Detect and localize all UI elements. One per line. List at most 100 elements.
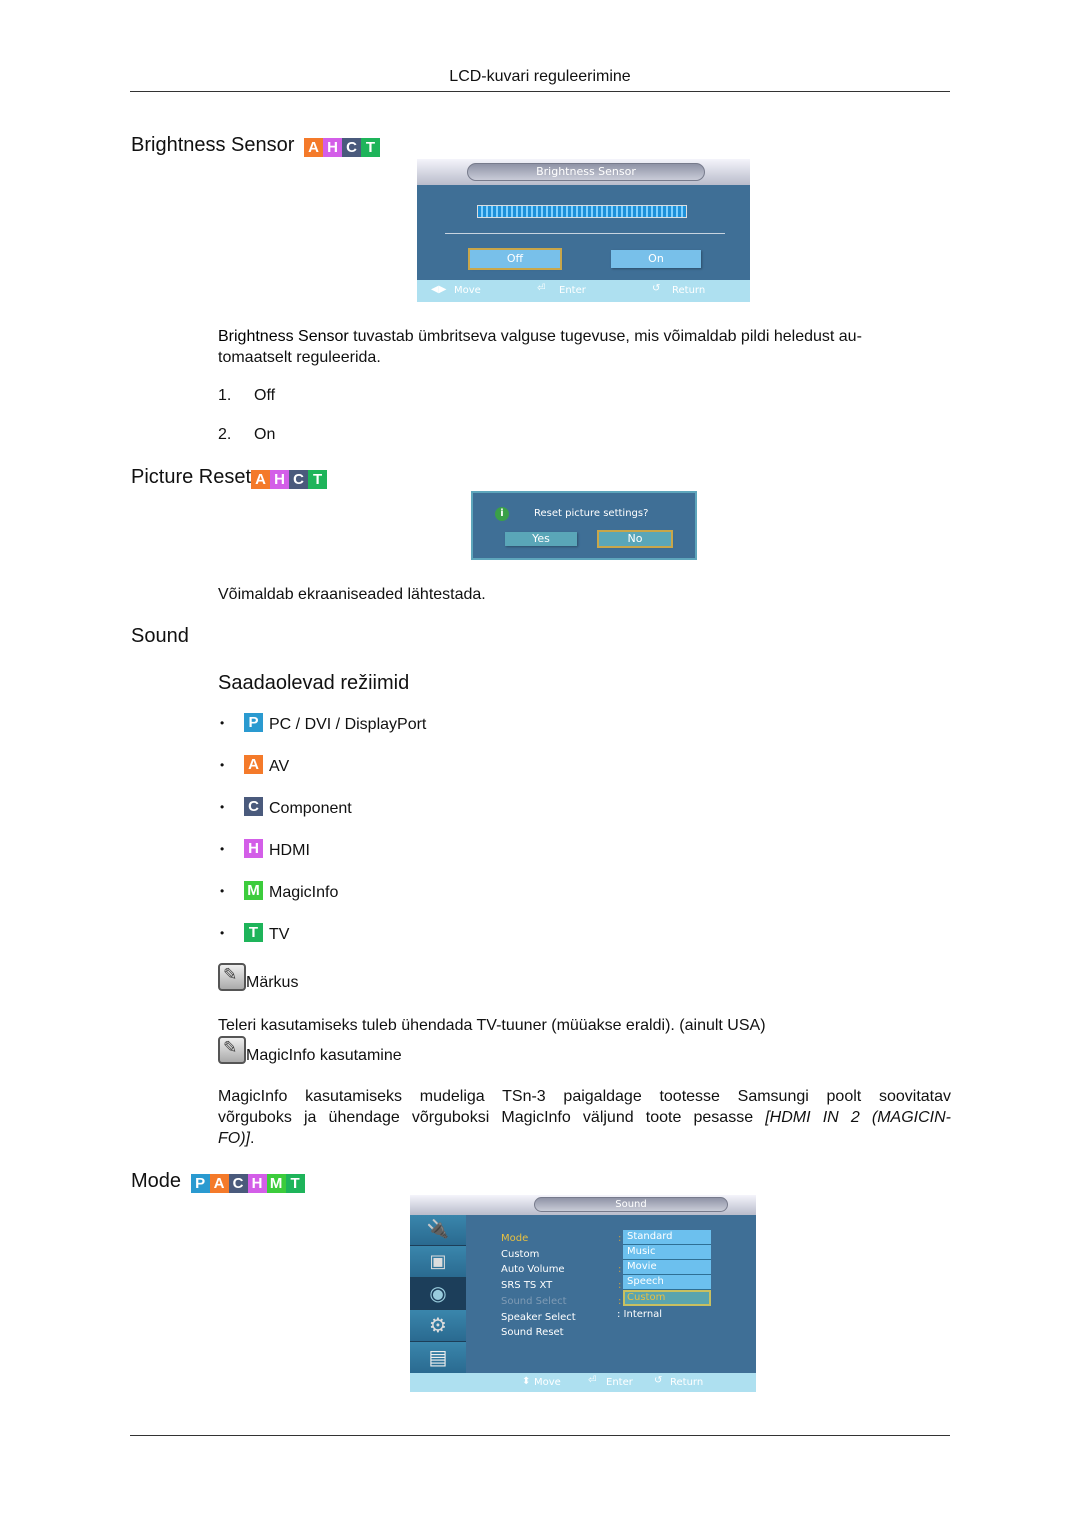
yes-button[interactable]: Yes [505, 532, 577, 546]
option-number: 2. [218, 426, 232, 443]
port-name-cont: FO)] [218, 1130, 250, 1147]
mode-badges: A H C T [303, 138, 380, 157]
enter-icon: ⏎ [588, 1375, 597, 1386]
note-icon [218, 1036, 246, 1064]
badge-component-icon: C [244, 797, 263, 816]
dropdown-option-speech[interactable]: Speech [623, 1275, 711, 1290]
page-header-title: LCD-kuvari reguleerimine [449, 68, 631, 85]
section-title-mode: Mode P A C H M T [131, 1170, 305, 1193]
dialog-message: Reset picture settings? [534, 508, 649, 519]
badge-av-icon: A [209, 1174, 229, 1193]
term-magicinfo: MagicInfo [218, 1088, 288, 1105]
sound-icon[interactable]: ◉ [410, 1278, 466, 1310]
dropdown-option-standard[interactable]: Standard [623, 1230, 711, 1245]
note-icon [218, 963, 246, 991]
enter-label: Enter [606, 1377, 633, 1388]
sound-osd: Sound 🔌 ▣ ◉ ⚙ ▤ Mode Custom Auto Volume … [410, 1195, 756, 1392]
move-label: Move [534, 1377, 561, 1388]
option-item-on: 2. On [218, 426, 275, 444]
osd-titlebar: Brightness Sensor [417, 159, 750, 185]
heading-text: Brightness Sensor [131, 134, 295, 156]
mode-item-component: • C Component [220, 797, 352, 817]
setup-icon[interactable]: ⚙ [410, 1310, 466, 1342]
on-button[interactable]: On [611, 250, 701, 268]
menu-item-auto-volume[interactable]: Auto Volume [501, 1262, 576, 1278]
off-button[interactable]: Off [468, 248, 562, 270]
osd-titlebar: Sound [410, 1195, 756, 1215]
magicinfo-paragraph: MagicInfo kasutamiseks mudeliga TSn-3 pa… [218, 1086, 951, 1149]
subsection-title-available-modes: Saadaolevad režiimid [218, 672, 410, 694]
mode-item-tv: • T TV [220, 923, 289, 943]
section-title-picture-reset: Picture Reset A H C T [131, 466, 328, 489]
magicinfo-line-2: võrguboks ja ühendage võrguboksi MagicIn… [218, 1107, 951, 1128]
enter-icon: ⏎ [537, 283, 546, 294]
menu-item-srs-ts-xt[interactable]: SRS TS XT [501, 1278, 576, 1294]
magicinfo-line-3: FO)]. [218, 1128, 951, 1149]
mode-item-magicinfo: • M MagicInfo [220, 881, 338, 901]
note-text: Teleri kasutamiseks tuleb ühendada TV-tu… [218, 1017, 766, 1034]
mode-label: MagicInfo [269, 884, 339, 901]
text: võrguboks ja ühendage võrguboksi [218, 1109, 502, 1126]
osd-sidebar: 🔌 ▣ ◉ ⚙ ▤ [410, 1215, 466, 1373]
menu-item-custom[interactable]: Custom [501, 1247, 576, 1263]
option-item-off: 1. Off [218, 387, 275, 405]
mode-label: TV [269, 926, 290, 943]
no-button[interactable]: No [597, 530, 673, 548]
move-label: Move [454, 285, 481, 296]
term-brightness-sensor: Brightness Sensor [218, 328, 349, 345]
osd-menu: Mode Custom Auto Volume SRS TS XT Sound … [501, 1231, 576, 1341]
brightness-level-bar [477, 205, 687, 218]
text: kasutamiseks mudeliga TSn-3 paigaldage t… [287, 1088, 951, 1105]
badge-component-icon: C [341, 138, 361, 157]
mode-dropdown[interactable]: Standard Music Movie Speech Custom [623, 1230, 711, 1306]
magicinfo-note-heading: MagicInfo kasutamine [218, 1036, 402, 1065]
badge-hdmi-icon: H [322, 138, 342, 157]
picture-icon[interactable]: ▣ [410, 1246, 466, 1278]
mode-label: PC / DVI / DisplayPort [269, 716, 427, 733]
bullet: • [220, 800, 225, 814]
badge-av-icon: A [251, 470, 271, 489]
note-label: Märkus [246, 974, 299, 991]
picture-reset-description: Võimaldab ekraaniseaded lähtestada. [218, 586, 486, 603]
speaker-select-value: : Internal [617, 1309, 663, 1320]
badge-hdmi-icon: H [270, 470, 290, 489]
bullet: • [220, 926, 225, 940]
mode-badges: P A C H M T [190, 1174, 305, 1193]
term-magicinfo: MagicInfo [501, 1109, 571, 1126]
dropdown-option-custom[interactable]: Custom [623, 1290, 711, 1306]
dropdown-option-movie[interactable]: Movie [623, 1260, 711, 1275]
mode-badges: A H C T [251, 470, 328, 489]
badge-tv-icon: T [244, 923, 263, 942]
input-icon[interactable]: 🔌 [410, 1215, 466, 1246]
badge-pc-icon: P [190, 1174, 210, 1193]
badge-tv-icon: T [308, 470, 328, 489]
heading-text: Picture Reset [131, 466, 252, 488]
mode-label: AV [269, 758, 290, 775]
info-icon: i [495, 507, 509, 521]
enter-label: Enter [559, 285, 586, 296]
menu-item-mode[interactable]: Mode [501, 1231, 576, 1247]
badge-hdmi-icon: H [244, 839, 263, 858]
bullet: • [220, 716, 225, 730]
menu-item-sound-reset[interactable]: Sound Reset [501, 1325, 576, 1341]
header-rule [130, 91, 950, 92]
brightness-sensor-description: Brightness Sensor tuvastab ümbritseva va… [218, 326, 953, 368]
mode-item-hdmi: • H HDMI [220, 839, 310, 859]
mode-item-pc: • P PC / DVI / DisplayPort [220, 713, 426, 733]
option-label: Off [254, 387, 276, 404]
multi-control-icon[interactable]: ▤ [410, 1342, 466, 1373]
badge-pc-icon: P [244, 713, 263, 732]
menu-item-speaker-select[interactable]: Speaker Select [501, 1310, 576, 1326]
badge-magicinfo-icon: M [266, 1174, 286, 1193]
port-name: [HDMI IN 2 (MAGICIN- [765, 1109, 951, 1126]
magicinfo-note-label: MagicInfo kasutamine [246, 1047, 402, 1064]
magicinfo-line-1: MagicInfo kasutamiseks mudeliga TSn-3 pa… [218, 1086, 951, 1107]
dropdown-option-music[interactable]: Music [623, 1245, 711, 1260]
badge-av-icon: A [303, 138, 323, 157]
brightness-sensor-osd: Brightness Sensor Off On ◀▶ Move ⏎ Enter… [417, 159, 750, 302]
footer-rule [130, 1435, 950, 1436]
osd-footer: ◀▶ Move ⏎ Enter ↺ Return [417, 280, 750, 302]
reset-picture-dialog: i Reset picture settings? Yes No [471, 491, 697, 560]
return-icon: ↺ [652, 283, 661, 294]
option-label: On [254, 426, 276, 443]
